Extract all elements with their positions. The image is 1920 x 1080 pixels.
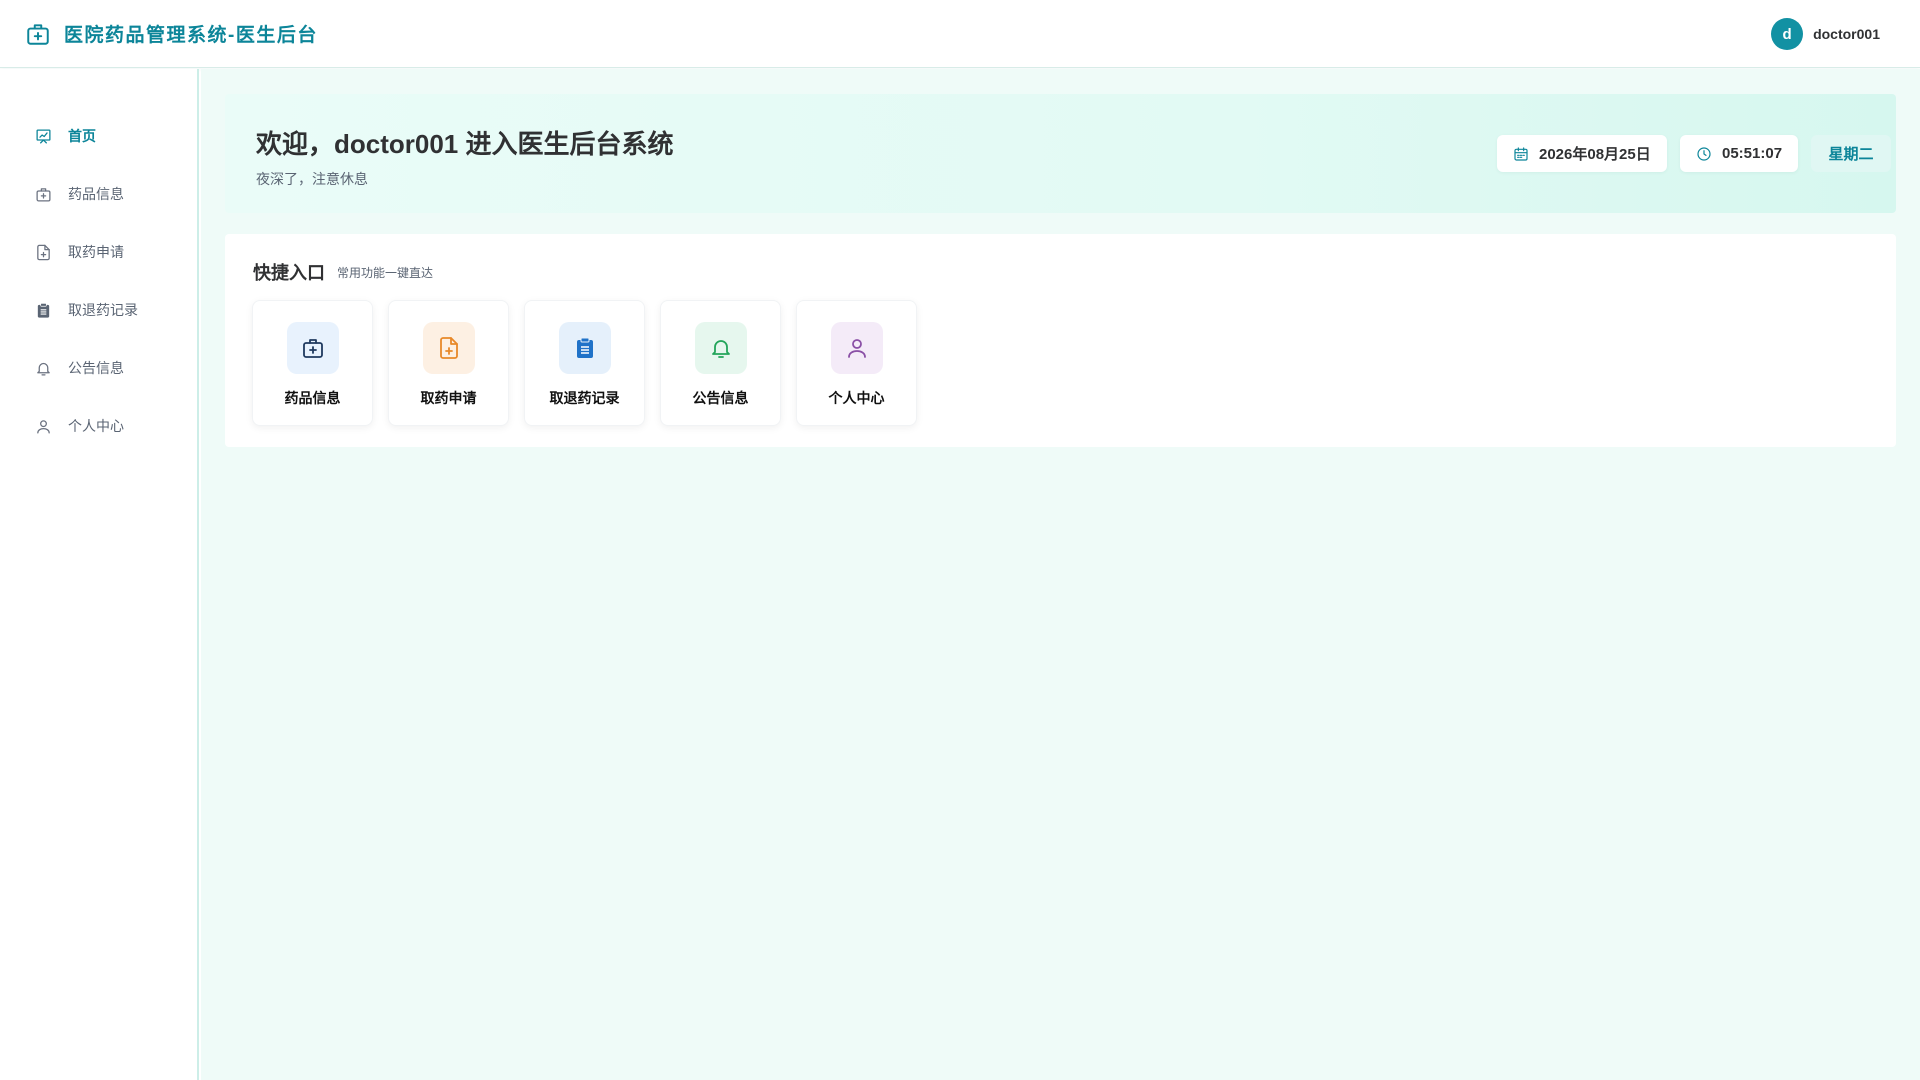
- clipboard-icon: [559, 322, 611, 374]
- avatar: d: [1771, 18, 1804, 50]
- sidebar: 首页 药品信息 取药申请 取退药记录 公告信息 个人中心: [0, 69, 199, 1080]
- document-plus-icon: [34, 243, 52, 261]
- sidebar-item-label: 公告信息: [68, 360, 124, 376]
- welcome-title: 欢迎，doctor001 进入医生后台系统: [256, 129, 674, 159]
- quick-card-label: 取药申请: [420, 390, 477, 406]
- clipboard-icon: [34, 301, 52, 319]
- quick-card-drug-request[interactable]: 取药申请: [388, 300, 509, 426]
- user-icon: [34, 417, 52, 435]
- quick-card-label: 取退药记录: [549, 390, 620, 406]
- current-time: 05:51:07: [1722, 145, 1783, 162]
- time-chip: 05:51:07: [1680, 135, 1798, 172]
- user-icon: [831, 322, 883, 374]
- quick-entry-panel: 快捷入口 常用功能一键直达 药品信息 取药申请 取退药记录 公告信息 个人中心: [225, 234, 1896, 447]
- sidebar-item-label: 药品信息: [68, 186, 124, 202]
- sidebar-item-home[interactable]: 首页: [0, 114, 197, 158]
- current-date: 2026年08月25日: [1539, 146, 1651, 163]
- date-chip: 2026年08月25日: [1497, 135, 1667, 172]
- dashboard-chart-icon: [34, 127, 52, 145]
- app-title: 医院药品管理系统-医生后台: [64, 25, 318, 46]
- medical-kit-icon: [34, 185, 52, 203]
- quick-card-notices[interactable]: 公告信息: [660, 300, 781, 426]
- quick-card-label: 个人中心: [828, 390, 885, 406]
- user-menu[interactable]: d doctor001: [1771, 18, 1880, 50]
- sidebar-item-notices[interactable]: 公告信息: [0, 346, 197, 390]
- sidebar-item-records[interactable]: 取退药记录: [0, 288, 197, 332]
- user-name: doctor001: [1813, 26, 1880, 42]
- clock-icon: [1696, 146, 1712, 162]
- sidebar-item-label: 个人中心: [68, 418, 124, 434]
- quick-card-label: 药品信息: [284, 390, 341, 406]
- quick-card-label: 公告信息: [692, 390, 749, 406]
- welcome-banner: 欢迎，doctor001 进入医生后台系统 夜深了，注意休息 2026年08月2…: [225, 94, 1896, 213]
- weekday-chip: 星期二: [1811, 135, 1891, 172]
- calendar-icon: [1513, 146, 1529, 162]
- bell-icon: [695, 322, 747, 374]
- document-plus-icon: [423, 322, 475, 374]
- sidebar-item-drug-info[interactable]: 药品信息: [0, 172, 197, 216]
- quick-entry-subtitle: 常用功能一键直达: [337, 266, 434, 280]
- quick-entry-title: 快捷入口: [253, 263, 325, 283]
- quick-card-profile[interactable]: 个人中心: [796, 300, 917, 426]
- sidebar-item-drug-request[interactable]: 取药申请: [0, 230, 197, 274]
- medical-kit-icon: [287, 322, 339, 374]
- brand-logo[interactable]: 医院药品管理系统-医生后台: [25, 20, 318, 47]
- sidebar-item-profile[interactable]: 个人中心: [0, 404, 197, 448]
- quick-card-drug-info[interactable]: 药品信息: [252, 300, 373, 426]
- bell-icon: [34, 359, 52, 377]
- top-header: 医院药品管理系统-医生后台 d doctor001: [0, 0, 1920, 68]
- welcome-subtitle: 夜深了，注意休息: [256, 171, 368, 187]
- sidebar-item-label: 取退药记录: [68, 302, 138, 318]
- sidebar-item-label: 首页: [68, 128, 96, 144]
- sidebar-item-label: 取药申请: [68, 244, 124, 260]
- quick-card-records[interactable]: 取退药记录: [524, 300, 645, 426]
- medical-kit-icon: [25, 21, 51, 47]
- main-content: 欢迎，doctor001 进入医生后台系统 夜深了，注意休息 2026年08月2…: [201, 69, 1920, 1080]
